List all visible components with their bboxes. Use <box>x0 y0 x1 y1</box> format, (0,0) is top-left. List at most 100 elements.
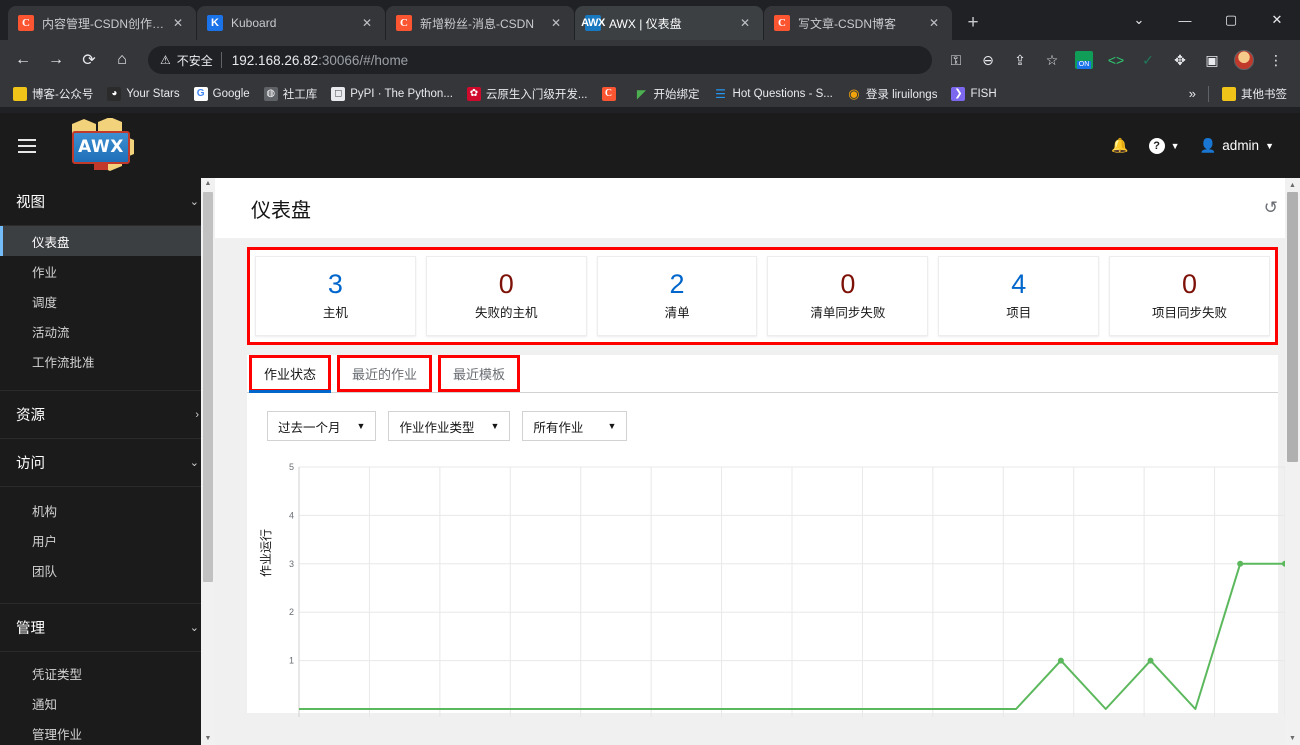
puzzle-icon[interactable]: ✥ <box>1166 46 1194 74</box>
sidebar-item-dashboard[interactable]: 仪表盘 <box>0 226 215 256</box>
scroll-up-icon[interactable]: ▲ <box>205 178 212 190</box>
awx-body: 视图 ⌄ 仪表盘 作业 调度 活动流 工作流批准 资源 › 访问 ⌄ 机构 用户… <box>0 178 1300 745</box>
content-scrollbar[interactable]: ▲ ▼ <box>1285 178 1300 745</box>
extension-on-icon[interactable]: ON <box>1070 46 1098 74</box>
sidebar-scrollbar[interactable]: ▲ ▼ <box>201 178 215 745</box>
bookmark-item[interactable]: ✿ 云原生入门级开发... <box>460 83 595 105</box>
sidebar-group-resources[interactable]: 资源 › <box>0 391 215 439</box>
star-icon[interactable]: ☆ <box>1038 46 1066 74</box>
sidebar-item-teams[interactable]: 团队 <box>0 555 215 585</box>
sidebar-item-notifications[interactable]: 通知 <box>0 688 215 718</box>
sidebar-item-activity-stream[interactable]: 活动流 <box>0 316 215 346</box>
sidebar-group-views[interactable]: 视图 ⌄ <box>0 178 215 226</box>
sidebar-item-organizations[interactable]: 机构 <box>0 495 215 525</box>
bookmarks-overflow-button[interactable]: » <box>1183 86 1202 101</box>
tab-label: 最近模板 <box>453 367 506 382</box>
sidebar-item-management-jobs[interactable]: 管理作业 <box>0 718 215 745</box>
browser-tab-active[interactable]: AWX AWX | 仪表盘 ✕ <box>575 6 763 40</box>
bookmark-item[interactable]: ◉ 登录 liruilongs <box>840 83 945 105</box>
browser-tab[interactable]: K Kuboard ✕ <box>197 6 385 40</box>
notifications-button[interactable]: 🔔 <box>1103 129 1136 163</box>
close-icon[interactable]: ✕ <box>924 13 944 33</box>
tab-job-status[interactable]: 作业状态 <box>249 355 332 393</box>
bookmark-item[interactable]: ◤ 开始绑定 <box>628 83 707 105</box>
close-icon[interactable]: ✕ <box>168 13 188 33</box>
tab-recent-templates[interactable]: 最近模板 <box>438 355 521 392</box>
maximize-button[interactable]: ▢ <box>1208 0 1254 40</box>
card-projects[interactable]: 4 项目 <box>938 256 1100 336</box>
bookmark-item[interactable]: ▮ 博客-公众号 <box>6 83 100 105</box>
scroll-down-icon[interactable]: ▼ <box>205 733 212 745</box>
key-icon[interactable]: ⚿ <box>942 46 970 74</box>
avatar[interactable] <box>1230 46 1258 74</box>
bookmark-item[interactable]: G Google <box>187 83 257 105</box>
card-value: 0 <box>498 269 514 299</box>
help-menu[interactable]: ? ▼ <box>1141 129 1188 163</box>
minimize-button[interactable]: — <box>1162 0 1208 40</box>
address-bar[interactable]: ⚠ 不安全 192.168.26.82 :30066/#/home <box>148 46 932 74</box>
card-inventories[interactable]: 2 清单 <box>596 256 758 336</box>
scroll-up-icon[interactable]: ▲ <box>1285 178 1300 192</box>
square-icon[interactable]: ▣ <box>1198 46 1226 74</box>
package-icon: ◻ <box>331 86 346 101</box>
brackets-icon[interactable]: <> <box>1102 46 1130 74</box>
user-menu[interactable]: 👤 admin ▼ <box>1191 129 1282 163</box>
bookmark-item[interactable]: ◍ 社工库 <box>257 83 325 105</box>
bookmark-item[interactable]: C <box>595 83 628 105</box>
sidebar-item-workflow-approvals[interactable]: 工作流批准 <box>0 346 215 376</box>
sidebar-item-credential-types[interactable]: 凭证类型 <box>0 658 215 688</box>
awx-header: AWX 🔔 ? ▼ 👤 admin ▼ <box>0 113 1300 178</box>
period-dropdown[interactable]: 过去一个月 ▼ <box>267 411 377 441</box>
scroll-down-icon[interactable]: ▼ <box>1285 731 1300 745</box>
browser-tab[interactable]: C 新增粉丝-消息-CSDN ✕ <box>386 6 574 40</box>
history-icon[interactable]: ↺ <box>1264 198 1278 218</box>
awx-logo[interactable]: AWX <box>54 117 142 174</box>
browser-tab[interactable]: C 内容管理-CSDN创作中心 ✕ <box>8 6 196 40</box>
job-type-dropdown[interactable]: 作业作业类型 ▼ <box>388 411 511 441</box>
bell-icon: 🔔 <box>1111 137 1129 153</box>
csdn-icon: C <box>601 86 616 101</box>
home-icon[interactable]: ⌂ <box>107 45 137 75</box>
close-icon[interactable]: ✕ <box>735 13 755 33</box>
other-bookmarks-button[interactable]: ▮ 其他书签 <box>1215 83 1294 105</box>
card-failed-hosts[interactable]: 0 失败的主机 <box>425 256 587 336</box>
check-icon[interactable]: ✓ <box>1134 46 1162 74</box>
chart-svg: 1 2 3 4 5 <box>289 462 1288 717</box>
menu-icon[interactable]: ⋮ <box>1262 46 1290 74</box>
sidebar-item-schedules[interactable]: 调度 <box>0 286 215 316</box>
svg-text:1: 1 <box>289 656 294 666</box>
bookmark-item[interactable]: ◕ Your Stars <box>100 83 186 105</box>
sidebar-item-label: 作业 <box>32 265 58 280</box>
tab-search-icon[interactable]: ⌄ <box>1116 0 1162 40</box>
bookmark-item[interactable]: ❯ FISH <box>944 83 1003 105</box>
job-scope-dropdown[interactable]: 所有作业 ▼ <box>522 411 628 441</box>
sidebar-group-administration[interactable]: 管理 ⌄ <box>0 604 215 652</box>
new-tab-button[interactable]: + <box>959 9 987 37</box>
tab-recent-jobs[interactable]: 最近的作业 <box>337 355 433 392</box>
browser-tab[interactable]: C 写文章-CSDN博客 ✕ <box>764 6 952 40</box>
bookmark-label: 登录 liruilongs <box>865 88 938 101</box>
sidebar-item-jobs[interactable]: 作业 <box>0 256 215 286</box>
card-project-sync-failures[interactable]: 0 项目同步失败 <box>1109 256 1270 336</box>
hamburger-icon[interactable] <box>10 129 44 163</box>
close-icon[interactable]: ✕ <box>546 13 566 33</box>
close-icon[interactable]: ✕ <box>357 13 377 33</box>
bookmark-item[interactable]: ◻ PyPI · The Python... <box>324 83 460 105</box>
sidebar-item-users[interactable]: 用户 <box>0 525 215 555</box>
back-icon[interactable]: ← <box>8 45 38 75</box>
csdn-icon: C <box>396 15 412 31</box>
sidebar-group-access[interactable]: 访问 ⌄ <box>0 439 215 487</box>
forward-icon[interactable]: → <box>41 45 71 75</box>
reload-icon[interactable]: ⟳ <box>74 45 104 75</box>
scrollbar-thumb[interactable] <box>203 192 213 582</box>
zoom-out-icon[interactable]: ⊖ <box>974 46 1002 74</box>
card-hosts[interactable]: 3 主机 <box>255 256 416 336</box>
bookmark-label: 开始绑定 <box>653 88 700 101</box>
google-icon: G <box>193 86 208 101</box>
share-icon[interactable]: ⇪ <box>1006 46 1034 74</box>
card-inventory-sync-failures[interactable]: 0 清单同步失败 <box>767 256 929 336</box>
close-window-button[interactable]: ✕ <box>1254 0 1300 40</box>
bookmark-item[interactable]: ☰ Hot Questions - S... <box>707 83 840 105</box>
scrollbar-thumb[interactable] <box>1287 192 1298 462</box>
sidebar-item-label: 调度 <box>32 295 58 310</box>
